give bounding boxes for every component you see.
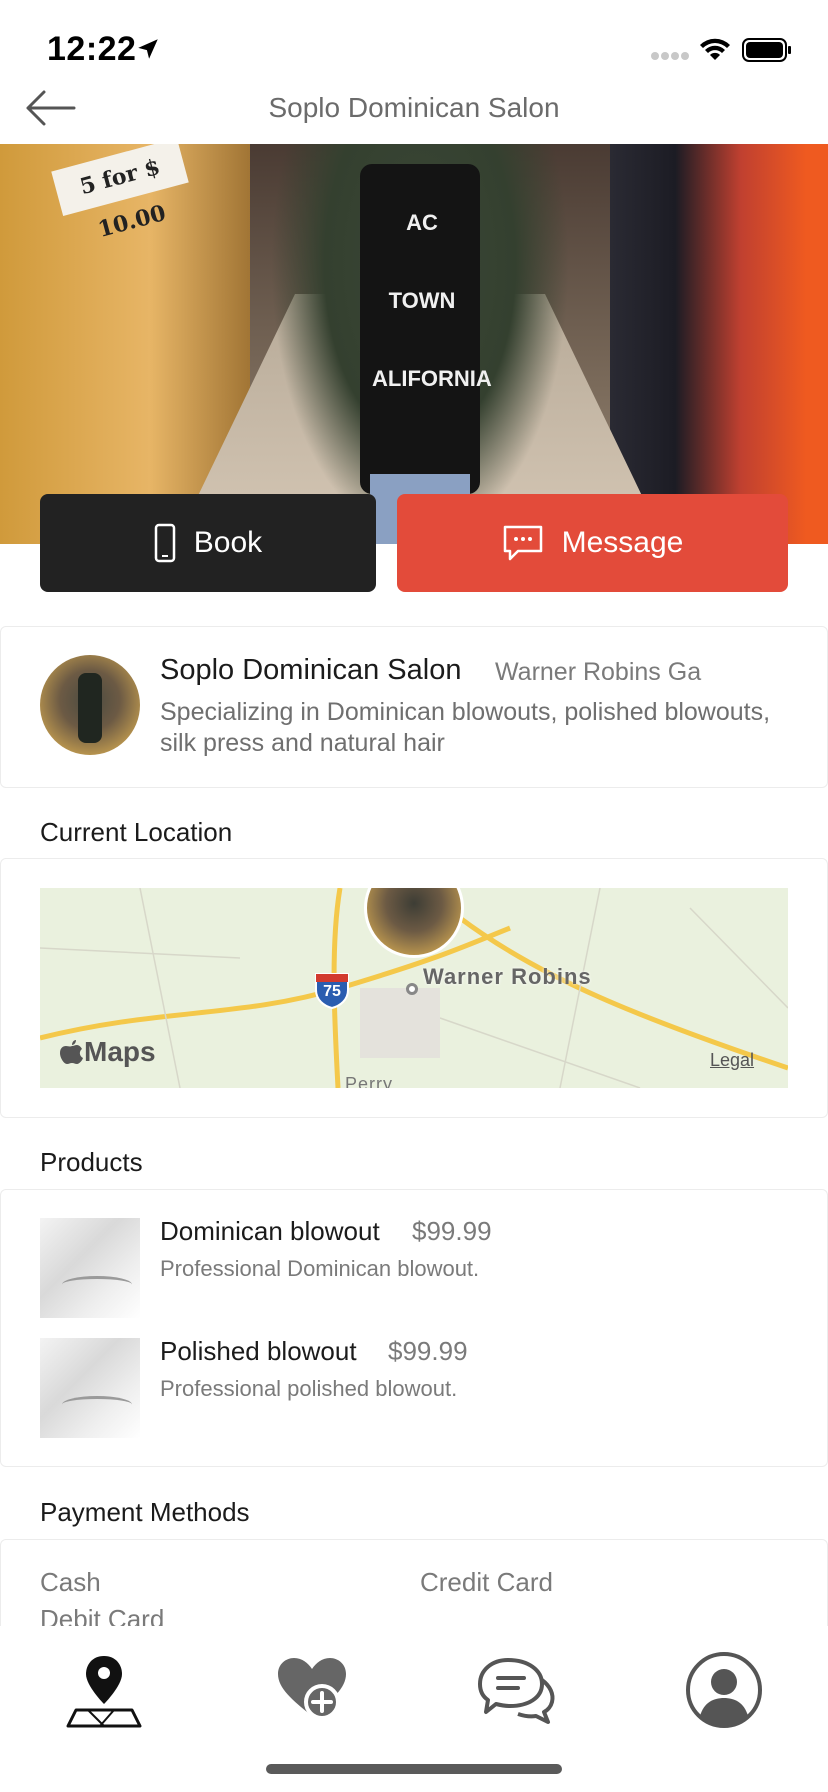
salon-city: Warner Robins Ga <box>495 658 702 686</box>
products-section-title: Products <box>40 1147 143 1177</box>
payment-method: Credit Card <box>420 1567 553 1597</box>
payment-method: Cash <box>40 1567 101 1597</box>
interstate-number: 75 <box>323 983 341 1000</box>
map-legal-link[interactable]: Legal <box>710 1050 754 1071</box>
product-description: Professional Dominican blowout. <box>160 1256 480 1281</box>
message-icon <box>503 525 542 561</box>
product-thumbnail[interactable] <box>40 1218 140 1318</box>
book-button[interactable]: Book <box>40 494 376 592</box>
tab-favorites[interactable] <box>272 1650 352 1730</box>
map-view[interactable]: 75 Warner Robins Maps Legal Perry <box>40 888 788 1088</box>
apple-logo-icon <box>60 1040 83 1064</box>
product-price: $99.99 <box>388 1336 468 1366</box>
avatar-figure <box>78 673 102 743</box>
message-label: Message <box>561 526 684 559</box>
location-section-title: Current Location <box>40 817 233 847</box>
profile-icon <box>686 1652 762 1728</box>
map-city-label: Warner Robins <box>423 964 592 989</box>
product-name[interactable]: Polished blowout <box>160 1336 357 1367</box>
payments-section-title: Payment Methods <box>40 1497 250 1527</box>
phone-icon <box>154 523 176 563</box>
salon-description: Specializing in Dominican blowouts, poli… <box>160 698 771 757</box>
maps-logo-text: Maps <box>84 1036 156 1067</box>
hero-image: 5 for $ 10.00 AC TOWN ALIFORNIA <box>0 144 828 544</box>
product-thumbnail[interactable] <box>40 1338 140 1438</box>
map-pin-icon <box>66 1656 142 1728</box>
product-price: $99.99 <box>412 1216 492 1246</box>
tab-map[interactable] <box>64 1650 144 1730</box>
book-label: Book <box>193 526 263 559</box>
thumbnail-face <box>62 1276 132 1293</box>
avatar <box>40 655 140 755</box>
salon-name: Soplo Dominican Salon <box>160 654 462 686</box>
product-name[interactable]: Dominican blowout <box>160 1216 380 1247</box>
hero-shirt-text: AC TOWN ALIFORNIA <box>372 210 492 391</box>
product-description: Professional polished blowout. <box>160 1376 458 1401</box>
battery-icon <box>742 38 791 62</box>
message-button[interactable]: Message <box>397 494 788 592</box>
heart-plus-icon <box>278 1658 346 1720</box>
home-indicator <box>266 1764 562 1774</box>
map-location-dot <box>406 983 418 995</box>
maps-logo: Maps <box>60 1036 156 1068</box>
thumbnail-face <box>62 1396 132 1413</box>
location-arrow-icon <box>138 39 158 59</box>
page-title: Soplo Dominican Salon <box>268 92 560 123</box>
wifi-icon <box>700 38 730 60</box>
signal-icon <box>651 52 689 60</box>
map-town-label: Perry <box>345 1074 394 1088</box>
status-time: 12:22 <box>47 30 137 68</box>
tab-profile[interactable] <box>684 1650 764 1730</box>
hero-wall-right <box>610 144 828 544</box>
tab-messages[interactable] <box>478 1650 558 1730</box>
chat-bubbles-icon <box>478 1658 555 1724</box>
